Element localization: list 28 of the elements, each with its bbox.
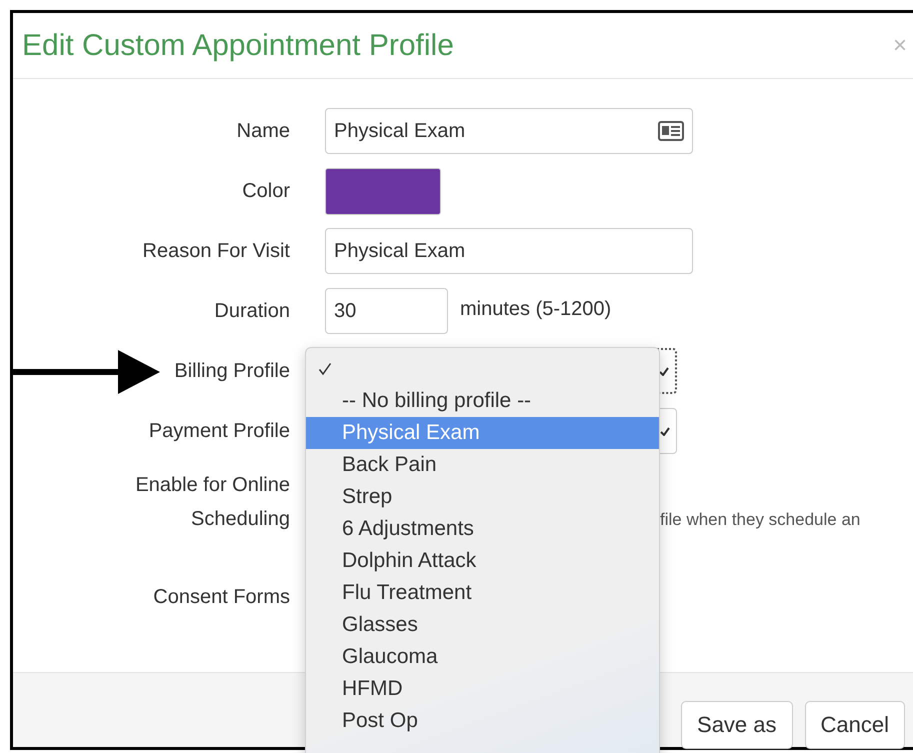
field-label: Enable for Online Scheduling bbox=[134, 473, 290, 532]
menu-option[interactable]: Back Pain bbox=[306, 449, 659, 481]
menu-option[interactable]: Dolphin Attack bbox=[306, 545, 659, 577]
save-as-button[interactable]: Save as bbox=[681, 701, 793, 749]
field-label: Color bbox=[242, 179, 290, 204]
menu-option[interactable]: -- No billing profile -- bbox=[306, 385, 659, 417]
menu-option[interactable]: 6 Adjustments bbox=[306, 513, 659, 545]
duration-field[interactable]: 30 bbox=[325, 288, 448, 334]
field-label: Billing Profile bbox=[174, 359, 290, 384]
menu-option[interactable]: Glasses bbox=[306, 609, 659, 641]
menu-option[interactable]: Flu Treatment bbox=[306, 577, 659, 609]
dialog-title: Edit Custom Appointment Profile bbox=[22, 28, 454, 62]
help-text: file when they schedule an bbox=[660, 510, 862, 530]
field-label: Name bbox=[236, 119, 290, 144]
menu-option[interactable]: Strep bbox=[306, 481, 659, 513]
field-label: Duration bbox=[214, 299, 290, 324]
menu-option[interactable]: Glaucoma bbox=[306, 641, 659, 673]
field-label: Payment Profile bbox=[148, 419, 290, 444]
duration-hint: minutes (5-1200) bbox=[460, 298, 612, 321]
field-label: Consent Forms bbox=[153, 585, 290, 610]
contact-card-icon bbox=[658, 121, 684, 141]
cancel-button[interactable]: Cancel bbox=[804, 701, 905, 749]
color-swatch[interactable] bbox=[325, 168, 441, 215]
name-field[interactable]: Physical Exam bbox=[325, 108, 693, 154]
field-label: Reason For Visit bbox=[142, 239, 290, 264]
reason-field[interactable]: Physical Exam bbox=[325, 228, 693, 274]
menu-option[interactable]: HFMD bbox=[306, 673, 659, 705]
menu-option[interactable]: Post Op bbox=[306, 705, 659, 737]
